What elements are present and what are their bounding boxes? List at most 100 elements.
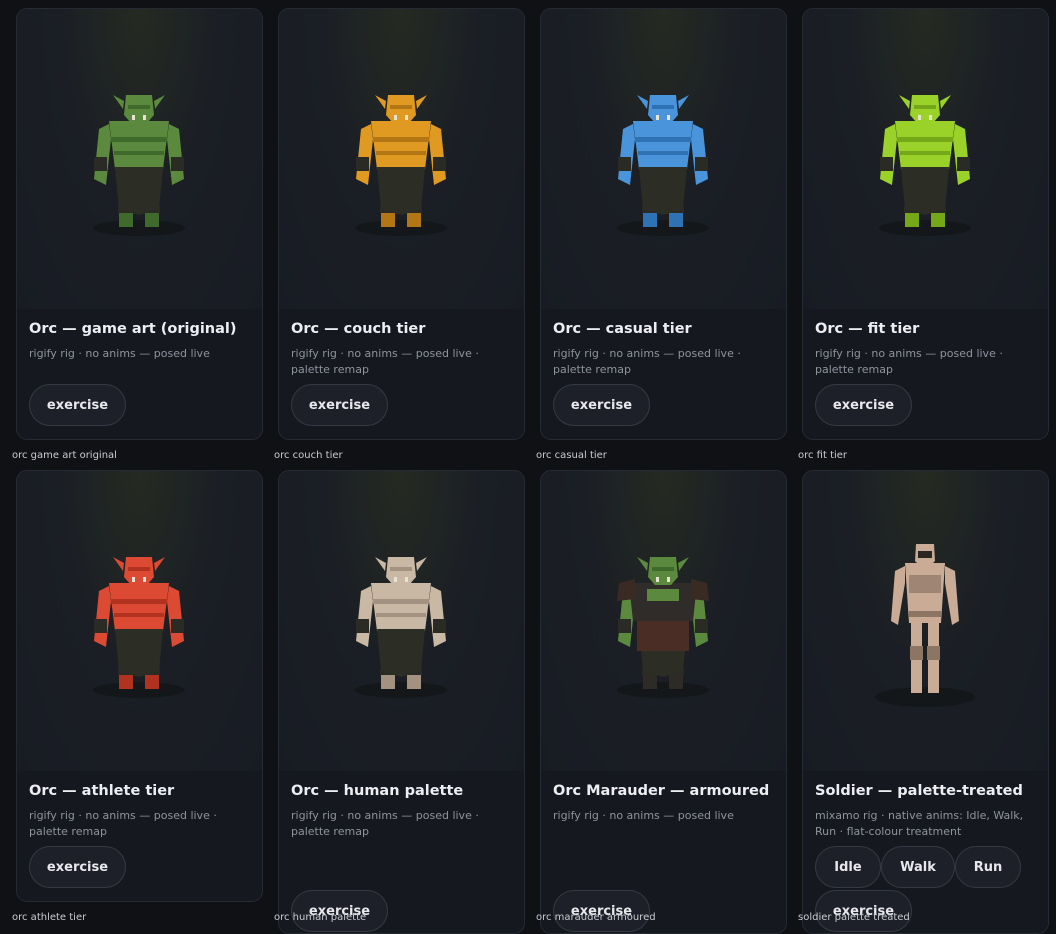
right-bracer [171, 619, 184, 633]
card-caption: orc couch tier [274, 450, 343, 461]
left-ear [899, 95, 910, 109]
orc-figure [355, 95, 447, 236]
card-description: rigify rig · no anims — posed live [553, 809, 734, 822]
right-arm [945, 566, 959, 625]
idle-button[interactable]: Idle [815, 846, 881, 888]
chest-line [635, 137, 691, 142]
exercise-button[interactable]: exercise [553, 384, 650, 426]
right-ear [416, 95, 427, 109]
model-card: Orc Marauder — armoured rigify rig · no … [540, 470, 787, 934]
loincloth [901, 167, 949, 215]
model-viewport[interactable] [279, 9, 524, 309]
exercise-button[interactable]: exercise [291, 384, 388, 426]
left-tusk [656, 115, 659, 120]
model-viewport[interactable] [541, 471, 786, 771]
left-ear [637, 95, 648, 109]
right-tusk [405, 115, 408, 120]
chest-line [373, 599, 429, 604]
exercise-button[interactable]: exercise [553, 890, 650, 932]
card-title: Orc — athlete tier [29, 783, 175, 799]
left-tusk [918, 115, 921, 120]
left-arm [891, 566, 905, 625]
ground-shadow [355, 682, 447, 698]
right-arm [429, 124, 446, 185]
right-arm [167, 586, 184, 647]
model-card: Orc — fit tier rigify rig · no anims — p… [802, 8, 1049, 440]
loincloth [115, 167, 163, 215]
right-arm [429, 586, 446, 647]
right-tusk [405, 577, 408, 582]
exercise-button[interactable]: exercise [291, 890, 388, 932]
brow [390, 105, 412, 109]
loincloth [115, 629, 163, 677]
right-tusk [667, 577, 670, 582]
belly-line [114, 613, 164, 617]
torso [633, 121, 693, 169]
run-button[interactable]: Run [955, 846, 1021, 888]
left-arm [356, 586, 373, 647]
card-title: Orc Marauder — armoured [553, 783, 770, 799]
exercise-button[interactable]: exercise [29, 384, 126, 426]
chest-line [373, 137, 429, 142]
loincloth [639, 167, 687, 215]
left-bracer [356, 619, 369, 633]
card-description: rigify rig · no anims — posed live · pal… [553, 347, 741, 376]
left-ear [113, 95, 124, 109]
model-viewport[interactable] [803, 9, 1048, 309]
belly-line [376, 151, 426, 155]
model-card: Orc — game art (original) rigify rig · n… [16, 8, 263, 440]
ground-shadow [93, 682, 185, 698]
orc-figure [617, 95, 709, 236]
right-ear [154, 557, 165, 571]
exercise-button[interactable]: exercise [815, 890, 912, 932]
card-caption: orc athlete tier [12, 912, 87, 923]
left-tusk [394, 115, 397, 120]
torso [371, 583, 431, 631]
model-viewport[interactable] [17, 9, 262, 309]
brow [914, 105, 936, 109]
right-ear [678, 557, 689, 571]
ground-shadow [93, 220, 185, 236]
model-viewport[interactable] [541, 9, 786, 309]
model-card: Orc — human palette rigify rig · no anim… [278, 470, 525, 934]
right-tusk [667, 115, 670, 120]
torso [109, 583, 169, 631]
right-arm [691, 124, 708, 185]
orc-figure [93, 95, 185, 236]
brow [390, 567, 412, 571]
right-pauldron [691, 579, 709, 601]
right-ear [678, 95, 689, 109]
right-ear [940, 95, 951, 109]
exercise-button[interactable]: exercise [815, 384, 912, 426]
chest-line [111, 137, 167, 142]
left-bracer [880, 157, 893, 171]
left-arm [94, 586, 111, 647]
exercise-button[interactable]: exercise [29, 846, 126, 888]
card-title: Soldier — palette-treated [815, 783, 1023, 799]
orc-marauder-figure [617, 557, 709, 698]
left-tusk [394, 577, 397, 582]
model-viewport[interactable] [17, 471, 262, 771]
left-knee-pad [910, 646, 923, 660]
model-viewport[interactable] [279, 471, 524, 771]
card-description: rigify rig · no anims — posed live · pal… [291, 347, 479, 376]
right-tusk [929, 115, 932, 120]
belt [909, 611, 941, 617]
visor [918, 551, 932, 558]
right-bracer [957, 157, 970, 171]
left-arm [356, 124, 373, 185]
left-arm [94, 124, 111, 185]
left-tusk [132, 115, 135, 120]
walk-button[interactable]: Walk [881, 846, 955, 888]
orc-figure [93, 557, 185, 698]
left-arm [618, 124, 635, 185]
belly-line [638, 151, 688, 155]
card-caption: orc marauder armoured [536, 912, 656, 923]
loincloth [377, 167, 425, 215]
chest-line [111, 599, 167, 604]
left-bracer [94, 157, 107, 171]
model-viewport[interactable] [803, 471, 1048, 771]
loincloth [377, 629, 425, 677]
left-bracer [618, 619, 631, 633]
left-bracer [94, 619, 107, 633]
